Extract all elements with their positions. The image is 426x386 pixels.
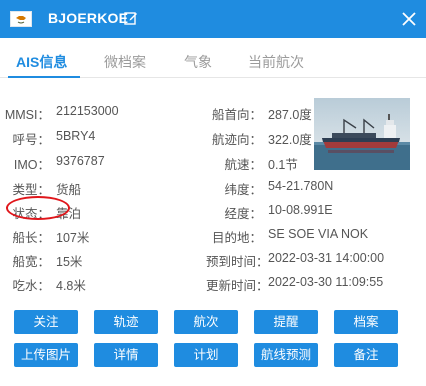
voyage-button[interactable]: 航次 xyxy=(174,310,238,334)
field-beam: 船宽： 15米 xyxy=(0,251,180,269)
field-callsign: 呼号： 5BRY4 xyxy=(0,129,180,147)
field-value: 10-08.991E xyxy=(268,203,333,217)
archive-button[interactable]: 档案 xyxy=(334,310,398,334)
field-value: 4.8米 xyxy=(56,279,86,293)
field-imo: IMO： 9376787 xyxy=(0,154,180,172)
field-value: SE SOE VIA NOK xyxy=(268,227,369,241)
field-value: 2022-03-31 14:00:00 xyxy=(268,251,385,265)
field-eta: 预到时间： 2022-03-31 14:00:00 xyxy=(206,251,416,269)
field-label: 船宽： xyxy=(12,255,50,269)
field-heading: 船首向： 287.0度 xyxy=(206,104,316,122)
tab-micro-archive[interactable]: 微档案 xyxy=(104,52,146,72)
field-mmsi: MMSI： 212153000 xyxy=(0,104,180,122)
field-value: 322.0度 xyxy=(268,133,312,147)
field-label: 纬度： xyxy=(224,183,262,197)
follow-button[interactable]: 关注 xyxy=(14,310,78,334)
tab-ais-info[interactable]: AIS信息 xyxy=(16,52,67,72)
field-value: 2022-03-30 11:09:55 xyxy=(268,275,384,289)
upload-photo-button[interactable]: 上传图片 xyxy=(14,343,78,367)
field-value: 货船 xyxy=(56,183,82,197)
field-value: 9376787 xyxy=(56,154,105,168)
ship-name: BJOERKOE xyxy=(48,10,129,26)
tab-bar: AIS信息 微档案 气象 当前航次 xyxy=(0,38,426,78)
field-label: 航速： xyxy=(224,158,262,172)
ship-info-panel: BJOERKOE AIS信息 微档案 气象 当前航次 MMSI： 2121530… xyxy=(0,0,426,386)
field-type: 类型： 货船 xyxy=(0,179,180,197)
tab-current-voyage[interactable]: 当前航次 xyxy=(248,52,304,72)
route-prediction-button[interactable]: 航线预测 xyxy=(254,343,318,367)
field-longitude: 经度： 10-08.991E xyxy=(206,203,416,221)
active-tab-indicator xyxy=(8,76,80,78)
field-value: 15米 xyxy=(56,255,83,269)
field-value: 0.1节 xyxy=(268,158,298,172)
tab-weather[interactable]: 气象 xyxy=(184,52,212,72)
field-label: 更新时间： xyxy=(206,279,269,293)
field-value: 107米 xyxy=(56,231,90,245)
details-button[interactable]: 详情 xyxy=(94,343,158,367)
reminder-button[interactable]: 提醒 xyxy=(254,310,318,334)
track-button[interactable]: 轨迹 xyxy=(94,310,158,334)
plan-button[interactable]: 计划 xyxy=(174,343,238,367)
field-length: 船长： 107米 xyxy=(0,227,180,245)
status-highlight-circle xyxy=(6,196,70,220)
field-label: 呼号： xyxy=(12,133,50,147)
field-value: 54-21.780N xyxy=(268,179,334,193)
field-destination: 目的地： SE SOE VIA NOK xyxy=(206,227,416,245)
field-label: 预到时间： xyxy=(206,255,269,269)
field-latitude: 纬度： 54-21.780N xyxy=(206,179,416,197)
field-course: 航迹向： 322.0度 xyxy=(206,129,316,147)
field-label: 船长： xyxy=(12,231,50,245)
notes-button[interactable]: 备注 xyxy=(334,343,398,367)
edit-icon[interactable] xyxy=(124,11,138,25)
close-icon[interactable] xyxy=(400,10,418,28)
field-label: MMSI： xyxy=(4,108,50,122)
title-bar: BJOERKOE xyxy=(0,0,426,38)
field-label: 船首向： xyxy=(211,108,262,122)
field-label: 经度： xyxy=(224,207,262,221)
field-label: IMO： xyxy=(13,158,50,172)
cyprus-flag-icon xyxy=(10,11,32,27)
field-value: 5BRY4 xyxy=(56,129,96,143)
field-label: 吃水： xyxy=(12,279,50,293)
field-value: 287.0度 xyxy=(268,108,312,122)
ship-photo[interactable] xyxy=(314,98,410,170)
field-draught: 吃水： 4.8米 xyxy=(0,275,180,293)
field-label: 航迹向： xyxy=(211,133,262,147)
field-value: 212153000 xyxy=(56,104,119,118)
field-label: 目的地： xyxy=(211,231,262,245)
field-update-time: 更新时间： 2022-03-30 11:09:55 xyxy=(206,275,416,293)
field-speed: 航速： 0.1节 xyxy=(206,154,316,172)
